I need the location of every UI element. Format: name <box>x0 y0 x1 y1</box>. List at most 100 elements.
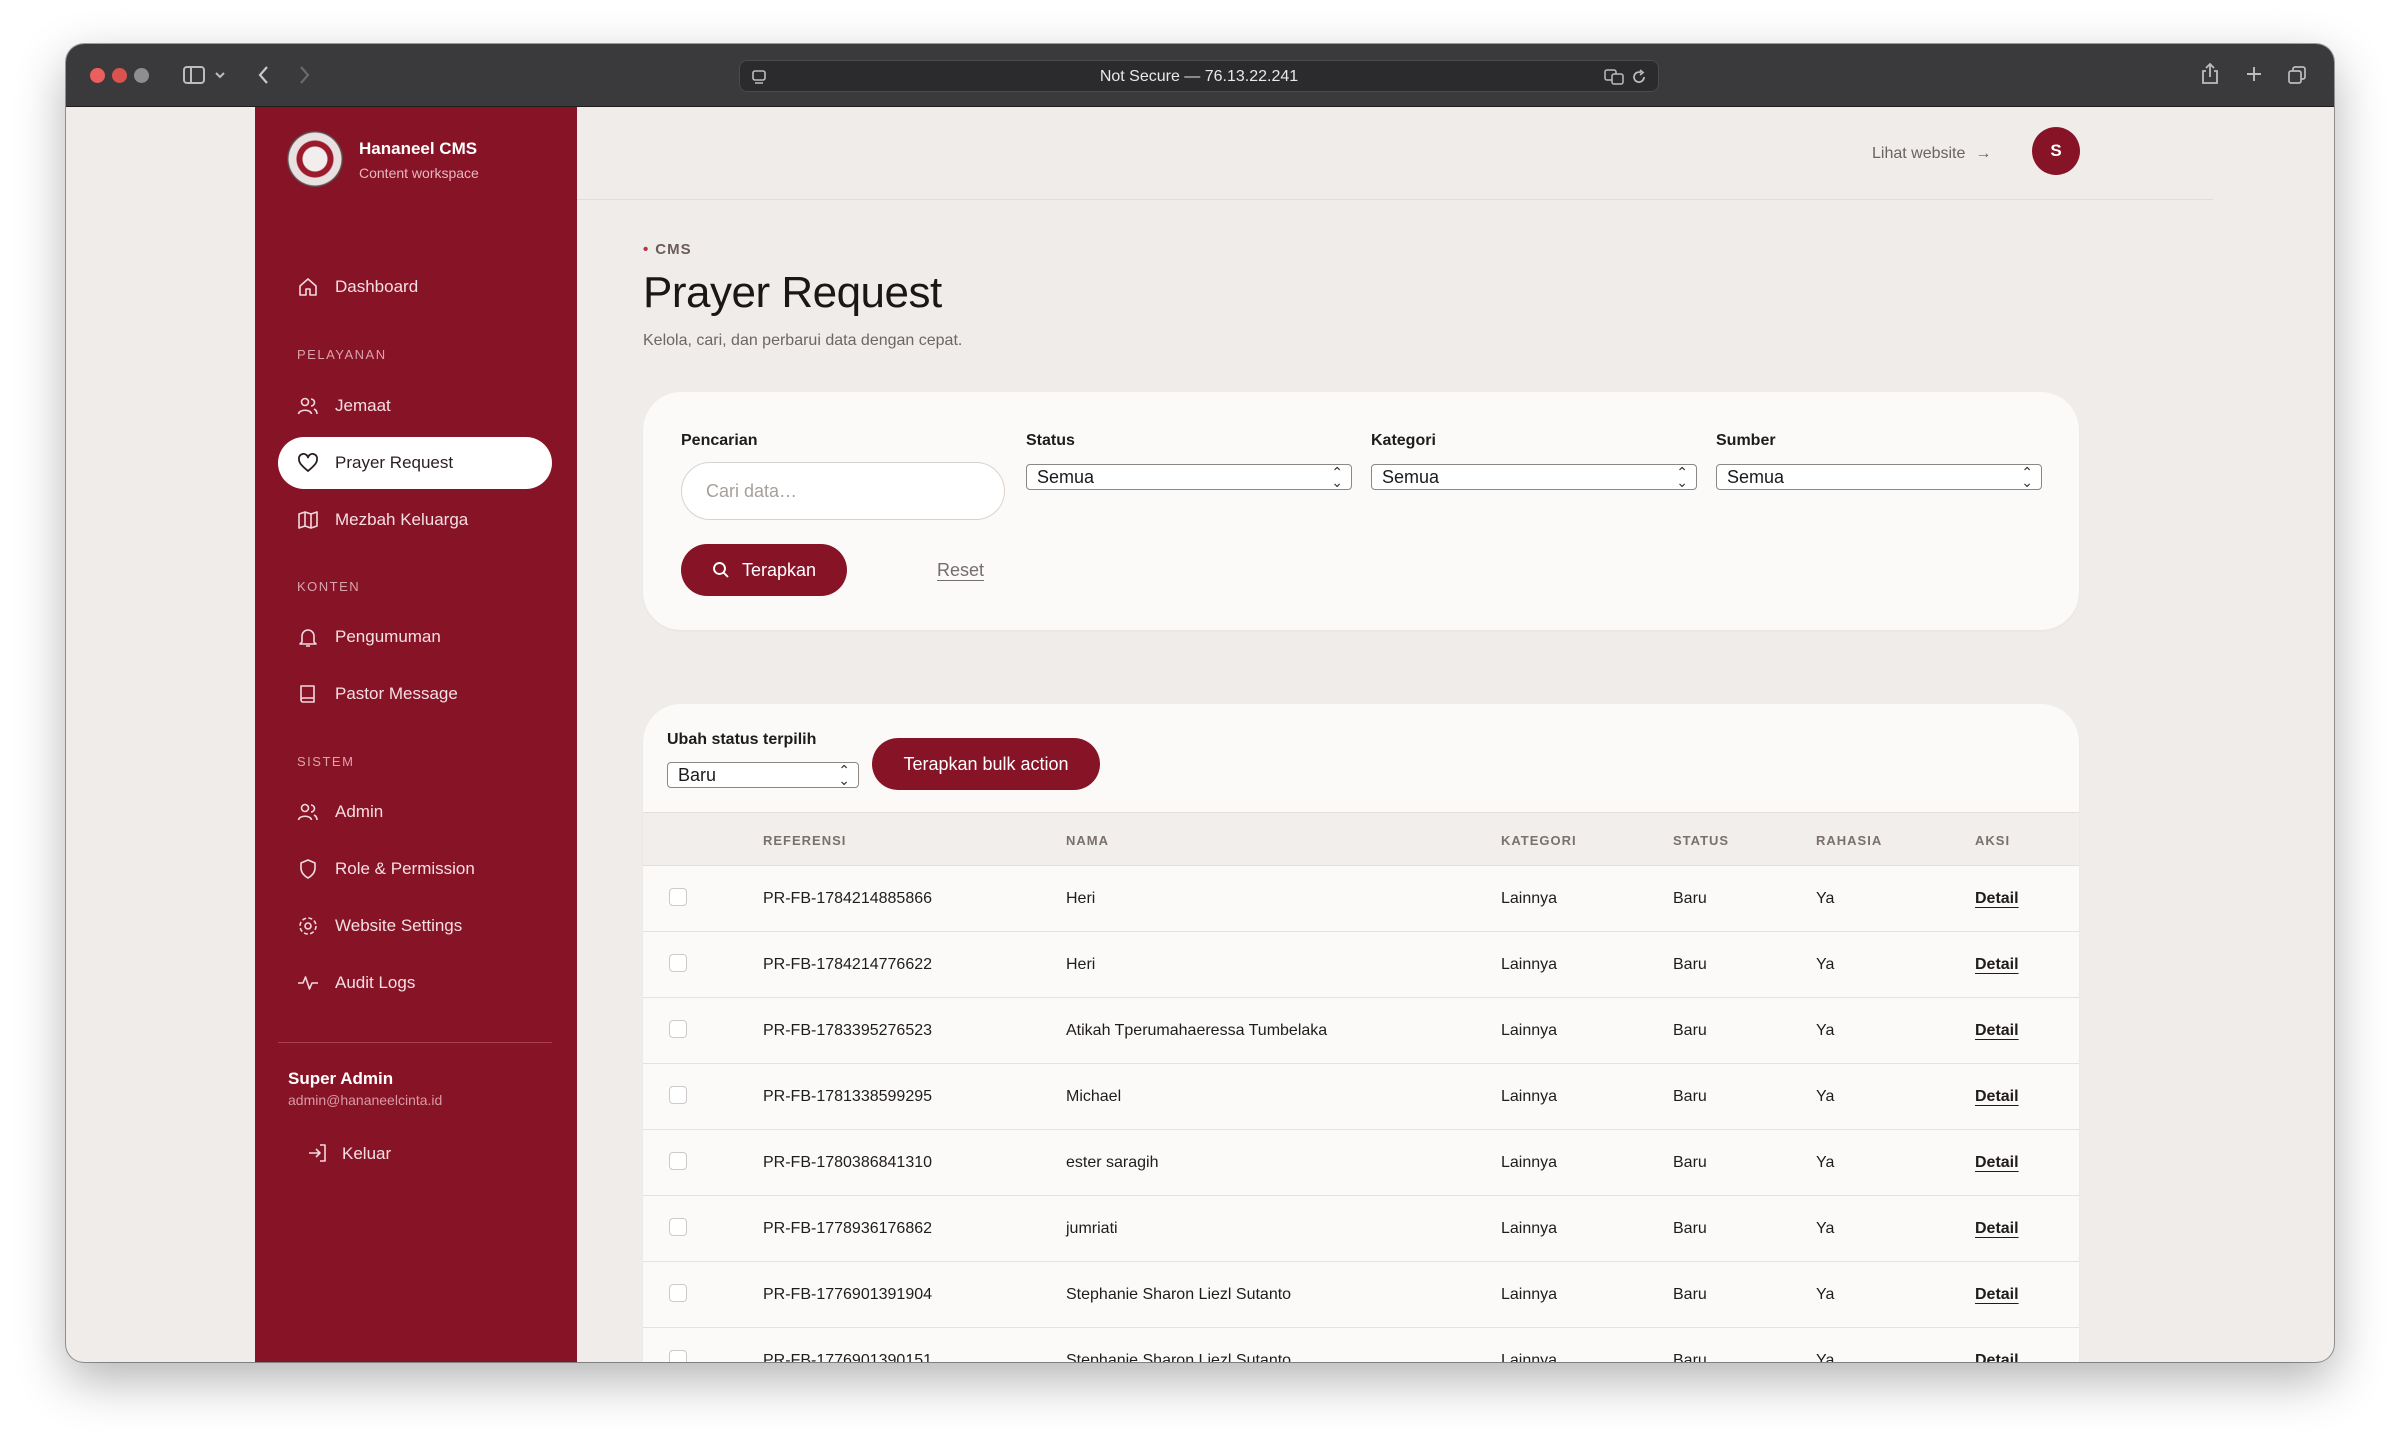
table-row: PR-FB-1778936176862 jumriati Lainnya Bar… <box>643 1196 2079 1262</box>
user-name: Super Admin <box>288 1069 394 1088</box>
sidebar-item-label: Role & Permission <box>335 859 475 878</box>
row-checkbox[interactable] <box>669 1020 687 1038</box>
cell-status: Baru <box>1673 890 1707 907</box>
back-icon[interactable] <box>256 64 270 86</box>
sidebar-item-admin[interactable]: Admin <box>278 786 552 838</box>
cell-kategori: Lainnya <box>1501 1022 1558 1039</box>
chevron-down-icon[interactable] <box>214 70 226 80</box>
zoom-window-button[interactable] <box>134 68 149 83</box>
detail-link[interactable]: Detail <box>1975 1286 2019 1304</box>
row-checkbox[interactable] <box>669 1086 687 1104</box>
new-tab-icon[interactable] <box>2244 64 2264 84</box>
activity-icon <box>298 976 318 990</box>
table-header: REFERENSI NAMA KATEGORI STATUS RAHASIA A… <box>643 812 2079 866</box>
reload-icon[interactable] <box>1630 68 1648 86</box>
row-checkbox[interactable] <box>669 888 687 906</box>
page-description: Kelola, cari, dan perbarui data dengan c… <box>643 332 963 349</box>
sidebar: Hananeel CMS Content workspace Dashboard… <box>255 107 577 1362</box>
detail-link[interactable]: Detail <box>1975 1352 2019 1362</box>
row-checkbox[interactable] <box>669 1284 687 1302</box>
status-select[interactable]: Semua ⌃ ⌄ <box>1026 464 1352 490</box>
sidebar-item-pastor-message[interactable]: Pastor Message <box>278 668 552 720</box>
share-icon[interactable] <box>2200 62 2220 86</box>
bulk-status-select[interactable]: Baru ⌃ ⌄ <box>667 762 859 788</box>
breadcrumb: • CMS <box>643 241 692 258</box>
sidebar-item-label: Jemaat <box>335 396 391 415</box>
select-chevron-icon: ⌃ ⌄ <box>1676 464 1688 490</box>
detail-link[interactable]: Detail <box>1975 1154 2019 1172</box>
cell-referensi: PR-FB-1783395276523 <box>763 1022 933 1039</box>
cell-status: Baru <box>1673 1154 1707 1171</box>
sidebar-item-label: Prayer Request <box>335 453 454 472</box>
translate-icon[interactable] <box>1604 68 1624 86</box>
brand-subtitle: Content workspace <box>359 165 479 181</box>
sidebar-item-dashboard[interactable]: Dashboard <box>278 261 552 313</box>
status-label: Status <box>1026 432 1075 449</box>
avatar[interactable]: S <box>2032 127 2080 175</box>
cell-nama: Heri <box>1066 890 1096 907</box>
minimize-window-button[interactable] <box>112 68 127 83</box>
nav-section-pelayanan: PELAYANAN <box>297 347 387 362</box>
cell-kategori: Lainnya <box>1501 956 1558 973</box>
cell-referensi: PR-FB-1784214776622 <box>763 956 933 973</box>
apply-filter-label: Terapkan <box>742 560 817 580</box>
table-card: Ubah status terpilih Baru ⌃ ⌄ Terapkan bu… <box>643 704 2079 1362</box>
sidebar-item-role-permission[interactable]: Role & Permission <box>278 843 552 895</box>
cell-status: Baru <box>1673 1286 1707 1303</box>
sidebar-item-jemaat[interactable]: Jemaat <box>278 380 552 432</box>
table-row: PR-FB-1776901390151 Stephanie Sharon Lie… <box>643 1328 2079 1362</box>
category-select[interactable]: Semua ⌃ ⌄ <box>1371 464 1697 490</box>
forward-icon[interactable] <box>298 64 312 86</box>
users-icon <box>297 803 318 821</box>
select-chevron-icon: ⌃ ⌄ <box>1331 464 1343 490</box>
cell-nama: ester saragih <box>1066 1154 1159 1171</box>
view-website-link[interactable]: Lihat website → <box>1872 145 1991 163</box>
sidebar-item-pengumuman[interactable]: Pengumuman <box>278 611 552 663</box>
row-checkbox[interactable] <box>669 1218 687 1236</box>
row-checkbox[interactable] <box>669 954 687 972</box>
reset-button[interactable]: Reset <box>937 560 984 581</box>
sidebar-item-label: Website Settings <box>335 916 463 935</box>
apply-bulk-action-button[interactable]: Terapkan bulk action <box>872 738 1100 790</box>
column-header-rahasia: RAHASIA <box>1816 833 1883 848</box>
tab-overview-icon[interactable] <box>2286 64 2308 86</box>
cell-nama: Michael <box>1066 1088 1122 1105</box>
source-select-value: Semua <box>1727 467 1785 487</box>
cell-rahasia: Ya <box>1816 1088 1835 1105</box>
logout-label: Keluar <box>342 1144 392 1163</box>
cell-status: Baru <box>1673 1022 1707 1039</box>
cell-kategori: Lainnya <box>1501 1286 1558 1303</box>
bell-icon <box>299 629 317 647</box>
cell-status: Baru <box>1673 1220 1707 1237</box>
browser-window: Not Secure — 76.13.22.241 Hananeel CMS C… <box>66 44 2334 1362</box>
cell-referensi: PR-FB-1776901390151 <box>763 1352 933 1362</box>
search-input[interactable] <box>681 462 1005 520</box>
apply-filter-button[interactable]: Terapkan <box>681 544 847 596</box>
cell-rahasia: Ya <box>1816 956 1835 973</box>
detail-link[interactable]: Detail <box>1975 1088 2019 1106</box>
brand-title: Hananeel CMS <box>359 139 478 158</box>
nav-section-sistem: SISTEM <box>297 754 355 769</box>
sidebar-item-label: Pengumuman <box>335 627 441 646</box>
sidebar-item-audit-logs[interactable]: Audit Logs <box>278 957 552 1009</box>
sidebar-item-label: Audit Logs <box>335 973 416 992</box>
sidebar-item-mezbah-keluarga[interactable]: Mezbah Keluarga <box>278 494 552 546</box>
detail-link[interactable]: Detail <box>1975 956 2019 974</box>
breadcrumb-label: CMS <box>655 241 692 258</box>
cell-rahasia: Ya <box>1816 1286 1835 1303</box>
detail-link[interactable]: Detail <box>1975 1022 2019 1040</box>
column-header-kategori: KATEGORI <box>1501 833 1577 848</box>
bulk-status-value: Baru <box>678 765 717 785</box>
close-window-button[interactable] <box>90 68 105 83</box>
sidebar-item-prayer-request[interactable]: Prayer Request <box>278 437 552 489</box>
detail-link[interactable]: Detail <box>1975 890 2019 908</box>
row-checkbox[interactable] <box>669 1350 687 1362</box>
row-checkbox[interactable] <box>669 1152 687 1170</box>
address-bar[interactable]: Not Secure — 76.13.22.241 <box>739 60 1659 92</box>
status-select-value: Semua <box>1037 467 1095 487</box>
users-icon <box>297 397 318 415</box>
detail-link[interactable]: Detail <box>1975 1220 2019 1238</box>
sidebar-item-website-settings[interactable]: Website Settings <box>278 900 552 952</box>
source-select[interactable]: Semua ⌃ ⌄ <box>1716 464 2042 490</box>
sidebar-toggle-icon[interactable] <box>182 64 206 86</box>
